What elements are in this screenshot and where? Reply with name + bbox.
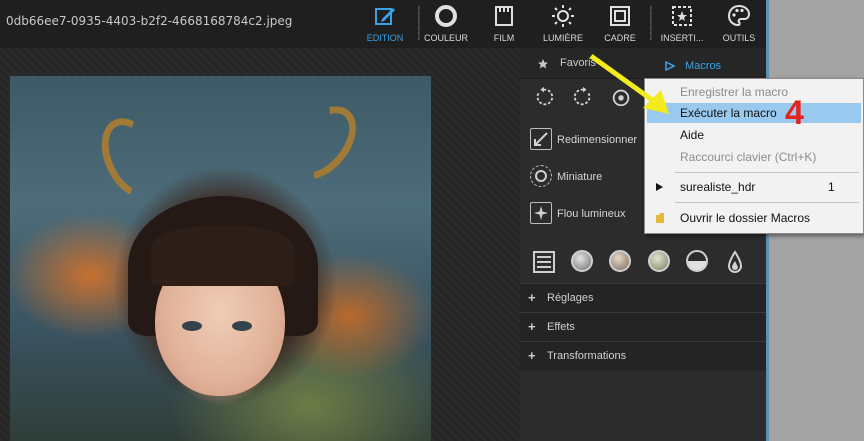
star-icon: [538, 59, 548, 69]
tone-presets-row: [520, 248, 766, 278]
tool-couleur[interactable]: COULEUR: [420, 0, 472, 48]
function-miniature[interactable]: Miniature: [530, 163, 660, 191]
function-label: Miniature: [557, 171, 603, 183]
tool-lumiere[interactable]: LUMIÈRE: [536, 0, 590, 48]
tone-preset-grey[interactable]: [571, 250, 593, 272]
sun-icon: [552, 5, 574, 27]
menu-item-ouvrir-dossier[interactable]: Ouvrir le dossier Macros: [647, 208, 861, 228]
tool-label: COULEUR: [423, 33, 468, 43]
vignette-icon: [530, 165, 552, 187]
tutorial-step-number: 4: [785, 94, 804, 132]
tool-label: CADRE: [604, 33, 636, 43]
tool-label: LUMIÈRE: [542, 33, 583, 43]
menu-item-label: Raccourci clavier (Ctrl+K): [680, 150, 817, 164]
tool-cadre[interactable]: CADRE: [596, 0, 644, 48]
menu-item-macro-surealiste[interactable]: surealiste_hdr 1: [647, 177, 861, 197]
section-reglages[interactable]: + Réglages: [520, 283, 766, 313]
file-name: 0db66ee7-0935-4403-b2f2-4668168784c2.jpe…: [6, 14, 293, 28]
color-ring-icon: [435, 5, 457, 27]
menu-separator: [675, 172, 859, 173]
folder-icon: [656, 213, 664, 223]
menu-item-aide[interactable]: Aide: [647, 125, 861, 145]
menu-item-label: Enregistrer la macro: [680, 85, 789, 99]
menu-item-label: Ouvrir le dossier Macros: [680, 211, 811, 225]
edited-photo: [10, 76, 431, 441]
star-box-icon: [672, 6, 692, 26]
tone-preset-half[interactable]: [686, 250, 708, 272]
function-label: Redimensionner: [557, 134, 638, 146]
tutorial-arrow-icon: [589, 53, 669, 114]
top-toolbar: 0db66ee7-0935-4403-b2f2-4668168784c2.jpe…: [0, 0, 766, 48]
section-effets[interactable]: + Effets: [520, 312, 766, 342]
resize-icon: [530, 128, 552, 150]
section-label: Effets: [547, 321, 575, 333]
frame-icon: [610, 6, 630, 26]
edit-icon: [375, 8, 395, 25]
drop-icon[interactable]: [727, 250, 743, 274]
tool-label: EDITION: [366, 33, 404, 43]
palette-icon: [727, 4, 751, 27]
list-icon[interactable]: [533, 251, 555, 273]
expand-plus-icon: +: [528, 348, 536, 363]
section-label: Réglages: [547, 292, 594, 304]
tool-film[interactable]: FILM: [480, 0, 528, 48]
menu-item-label: Aide: [680, 128, 705, 142]
tone-preset-olive[interactable]: [648, 250, 670, 272]
section-transformations[interactable]: + Transformations: [520, 341, 766, 371]
macros-button[interactable]: Macros: [685, 60, 721, 72]
tool-label: INSERTI...: [660, 33, 704, 43]
toolbar-separator: [650, 6, 652, 40]
photo-eye-right: [232, 321, 252, 331]
rotate-left-icon[interactable]: [533, 86, 555, 108]
function-flou-lumineux[interactable]: Flou lumineux: [530, 200, 660, 228]
photo-horn-left: [89, 108, 175, 208]
tool-insertion[interactable]: INSERTI...: [654, 0, 710, 48]
tool-label: FILM: [493, 33, 515, 43]
function-label: Flou lumineux: [557, 208, 626, 220]
sparkle-icon: [530, 202, 552, 224]
film-icon: [495, 6, 513, 26]
expand-plus-icon: +: [528, 319, 536, 334]
tool-edition[interactable]: EDITION: [360, 0, 410, 48]
menu-separator: [675, 202, 859, 203]
photo-bangs: [150, 226, 295, 286]
menu-item-label: Exécuter la macro: [680, 106, 777, 120]
image-canvas[interactable]: [0, 48, 520, 441]
expand-plus-icon: +: [528, 290, 536, 305]
menu-item-raccourci[interactable]: Raccourci clavier (Ctrl+K): [647, 147, 861, 167]
tool-outils[interactable]: OUTILS: [714, 0, 764, 48]
function-redimensionner[interactable]: Redimensionner: [530, 126, 660, 154]
macro-count: 1: [828, 180, 835, 194]
tool-label: OUTILS: [722, 33, 756, 43]
section-label: Transformations: [547, 350, 627, 362]
menu-item-label: surealiste_hdr: [680, 180, 756, 194]
photo-eye-left: [182, 321, 202, 331]
photo-horn-right: [274, 93, 370, 193]
play-icon: [656, 183, 663, 191]
tone-preset-sepia[interactable]: [609, 250, 631, 272]
